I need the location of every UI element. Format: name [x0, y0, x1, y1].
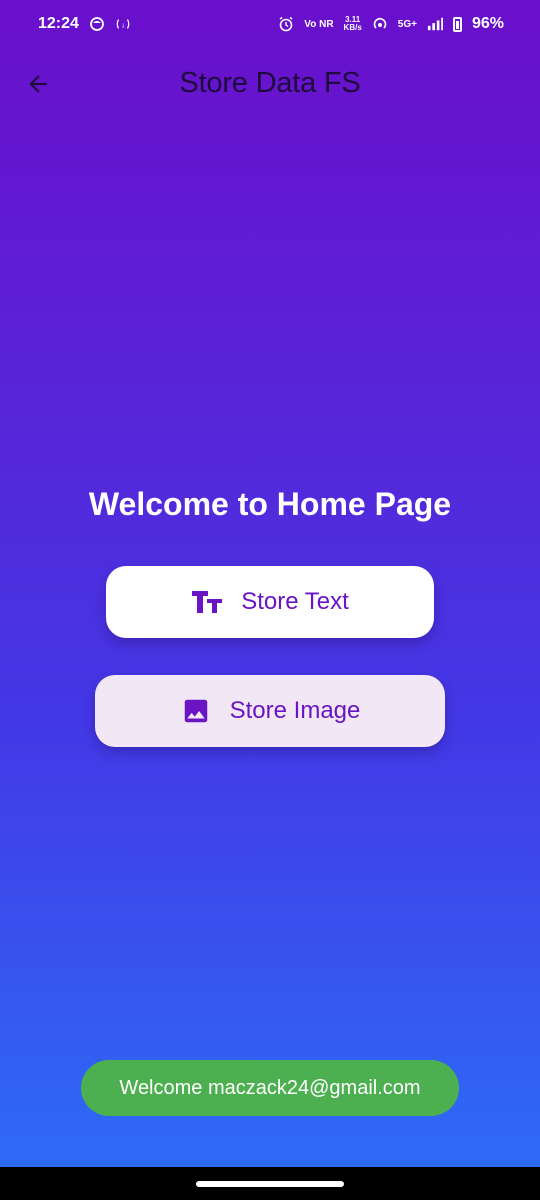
text-fields-icon [191, 586, 223, 618]
svg-text:↓: ↓ [121, 21, 125, 30]
welcome-snackbar: Welcome maczack24@gmail.com [81, 1060, 459, 1116]
store-text-label: Store Text [241, 588, 349, 615]
network-speed-unit: KB/s [343, 23, 362, 32]
status-time: 12:24 [38, 15, 79, 32]
signal-label: 5G+ [397, 18, 417, 30]
store-text-button[interactable]: Store Text [106, 566, 434, 638]
app-notification-icon [89, 16, 105, 32]
system-nav-bar [0, 1167, 540, 1200]
alarm-icon [278, 16, 294, 32]
battery-icon [452, 16, 462, 32]
status-bar: 12:24 ↓ Vo NR 3.11 KB/s 5G+ 96% [0, 0, 540, 48]
page-title: Store Data FS [179, 67, 361, 99]
battery-percent: 96% [471, 15, 504, 32]
snackbar-message: Welcome maczack24@gmail.com [119, 1076, 421, 1099]
image-icon [180, 695, 212, 727]
signal-bars-icon [427, 16, 443, 32]
network-speed: 3.11 KB/s [344, 16, 362, 32]
home-indicator[interactable] [196, 1181, 344, 1187]
welcome-heading: Welcome to Home Page [88, 486, 452, 522]
store-image-label: Store Image [229, 697, 361, 724]
status-right: Vo NR 3.11 KB/s 5G+ 96% [278, 15, 504, 33]
app-bar: Store Data FS [0, 48, 540, 120]
wifi-calling-icon [372, 16, 388, 32]
store-image-button[interactable]: Store Image [95, 675, 445, 747]
hotspot-icon: ↓ [115, 16, 131, 32]
network-type: Vo NR [304, 18, 334, 30]
status-left: 12:24 ↓ [38, 15, 131, 33]
